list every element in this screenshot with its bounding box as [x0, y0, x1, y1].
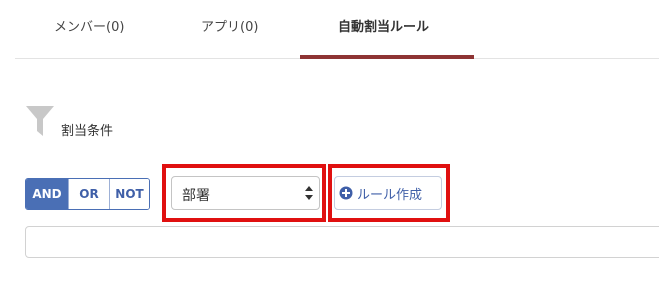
- highlight-field-select: [162, 164, 326, 222]
- highlight-add-rule: [328, 164, 450, 222]
- active-tab-indicator: [300, 55, 474, 59]
- not-button[interactable]: NOT: [109, 179, 149, 209]
- tab-apps[interactable]: アプリ(0): [201, 16, 258, 35]
- or-button[interactable]: OR: [68, 179, 109, 209]
- rule-list-area: [25, 226, 659, 258]
- logic-operator-group: AND OR NOT: [25, 178, 150, 210]
- filter-icon: [26, 106, 54, 136]
- condition-label: 割当条件: [61, 124, 114, 139]
- and-button[interactable]: AND: [26, 179, 68, 209]
- tab-members[interactable]: メンバー(0): [54, 16, 124, 35]
- tab-auto-assign-rules[interactable]: 自動割当ルール: [338, 16, 429, 35]
